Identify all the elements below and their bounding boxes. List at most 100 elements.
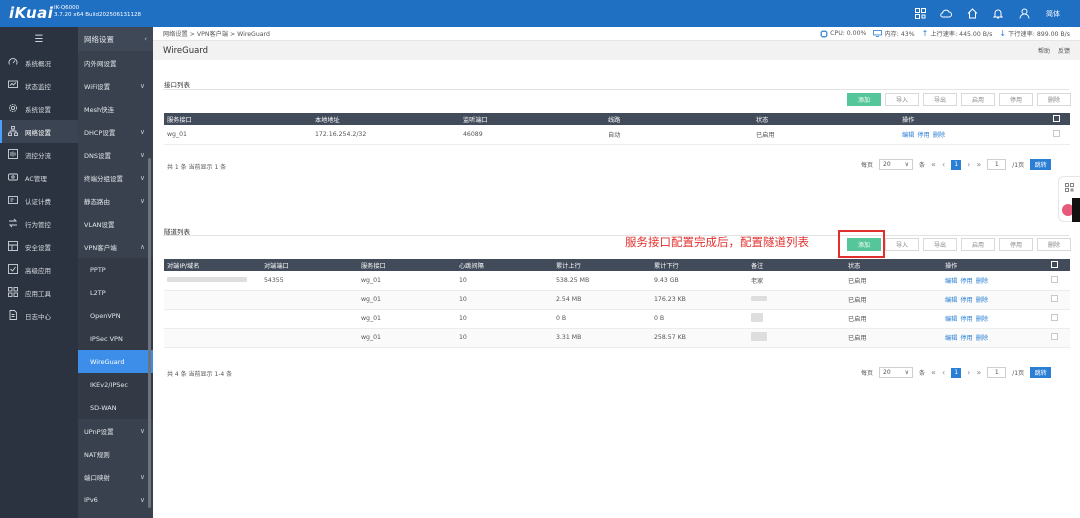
next-page-icon[interactable]: › bbox=[967, 368, 970, 377]
select-all-checkbox[interactable] bbox=[1053, 114, 1060, 122]
feedback-link[interactable]: 反馈 bbox=[1058, 46, 1070, 55]
subnav-item[interactable]: L2TP bbox=[78, 281, 153, 304]
subnav-item[interactable]: 内外网设置 bbox=[78, 51, 153, 74]
subnav-item-label: DNS设置 bbox=[84, 151, 111, 160]
interface-add-button[interactable]: 添加 bbox=[847, 93, 881, 106]
page-input[interactable]: 1 bbox=[987, 159, 1007, 170]
sidebar-scrollbar[interactable] bbox=[148, 158, 151, 508]
edit-link[interactable]: 编辑 bbox=[945, 278, 957, 285]
cell-note: 老家 bbox=[748, 271, 845, 291]
disable-link[interactable]: 停用 bbox=[960, 335, 972, 342]
row-checkbox[interactable] bbox=[1053, 129, 1060, 137]
delete-link[interactable]: 删除 bbox=[976, 316, 988, 323]
row-checkbox[interactable] bbox=[1051, 333, 1058, 340]
subnav-item[interactable]: IKEv2/IPSec bbox=[78, 373, 153, 396]
sidebar-item-behavior[interactable]: 行为管控 bbox=[0, 212, 78, 235]
subnav-item[interactable]: SD-WAN bbox=[78, 396, 153, 419]
subnav-item[interactable]: DHCP设置 ∨ bbox=[78, 120, 153, 143]
delete-link[interactable]: 删除 bbox=[976, 278, 988, 285]
subnav-item[interactable]: VPN客户端 ∧ bbox=[78, 235, 153, 258]
sidebar-item-gear[interactable]: 系统设置 bbox=[0, 97, 78, 120]
page-input[interactable]: 1 bbox=[987, 367, 1007, 378]
subnav-item[interactable]: WiFi设置 ∨ bbox=[78, 74, 153, 97]
subnav-item[interactable]: VLAN设置 bbox=[78, 212, 153, 235]
sidebar-item-gauge[interactable]: 系统概况 bbox=[0, 51, 78, 74]
interface-import-button[interactable]: 导入 bbox=[885, 93, 919, 106]
tunnel-import-button[interactable]: 导入 bbox=[885, 238, 919, 251]
tunnel-enable-button[interactable]: 启用 bbox=[961, 238, 995, 251]
disable-link[interactable]: 停用 bbox=[960, 297, 972, 304]
sidebar-item-log[interactable]: 日志中心 bbox=[0, 304, 78, 327]
last-page-icon[interactable]: » bbox=[976, 368, 981, 377]
column-header: 累计上行 bbox=[553, 259, 651, 271]
prev-page-icon[interactable]: ‹ bbox=[942, 160, 945, 169]
collapse-menu-icon[interactable]: ☰ bbox=[0, 27, 78, 51]
interface-enable-button[interactable]: 启用 bbox=[961, 93, 995, 106]
per-page-select[interactable]: 20 ∨ bbox=[879, 367, 914, 378]
last-page-icon[interactable]: » bbox=[976, 160, 981, 169]
select-all-checkbox[interactable] bbox=[1051, 260, 1058, 268]
subnav-item[interactable]: IPSec VPN bbox=[78, 327, 153, 350]
qrcode-icon[interactable] bbox=[914, 8, 926, 20]
bell-icon[interactable] bbox=[992, 8, 1004, 20]
sidebar-item-advanced[interactable]: 高级应用 bbox=[0, 258, 78, 281]
subnav-item-label: 内外网设置 bbox=[84, 59, 117, 68]
delete-link[interactable]: 删除 bbox=[976, 335, 988, 342]
go-button[interactable]: 跳转 bbox=[1030, 159, 1052, 170]
language-switch[interactable]: 简体 bbox=[1046, 9, 1060, 19]
first-page-icon[interactable]: « bbox=[931, 160, 936, 169]
subnav-item[interactable]: WireGuard bbox=[78, 350, 153, 373]
subnav-item[interactable]: UPnP设置 ∨ bbox=[78, 419, 153, 442]
sidebar-item-monitor[interactable]: 状态监控 bbox=[0, 74, 78, 97]
tunnel-disable-button[interactable]: 停用 bbox=[999, 238, 1033, 251]
chevron-left-icon[interactable]: ‹ bbox=[144, 35, 147, 43]
cloud-icon[interactable] bbox=[940, 8, 952, 20]
qrcode-icon[interactable] bbox=[1065, 183, 1074, 194]
sidebar-item-network[interactable]: 网络设置 bbox=[0, 120, 78, 143]
current-page-button[interactable]: 1 bbox=[951, 159, 962, 170]
edit-link[interactable]: 编辑 bbox=[902, 132, 914, 139]
subnav-item[interactable]: IPv6 ∨ bbox=[78, 488, 153, 511]
delete-link[interactable]: 删除 bbox=[976, 297, 988, 304]
subnav-item[interactable]: PPTP bbox=[78, 258, 153, 281]
prev-page-icon[interactable]: ‹ bbox=[942, 368, 945, 377]
sidebar-item-flow[interactable]: 流控分流 bbox=[0, 143, 78, 166]
next-page-icon[interactable]: › bbox=[967, 160, 970, 169]
row-checkbox[interactable] bbox=[1051, 275, 1058, 283]
sidebar-item-ac[interactable]: AC管理 bbox=[0, 166, 78, 189]
interface-export-button[interactable]: 导出 bbox=[923, 93, 957, 106]
interface-disable-button[interactable]: 停用 bbox=[999, 93, 1033, 106]
subnav-item[interactable]: 终端分组设置 ∨ bbox=[78, 166, 153, 189]
user-icon[interactable] bbox=[1018, 8, 1030, 20]
delete-link[interactable]: 删除 bbox=[933, 132, 945, 139]
per-page-select[interactable]: 20 ∨ bbox=[879, 159, 914, 170]
tunnel-delete-button[interactable]: 删除 bbox=[1037, 238, 1071, 251]
disable-link[interactable]: 停用 bbox=[917, 132, 929, 139]
subnav-item[interactable]: 端口映射 ∨ bbox=[78, 465, 153, 488]
flow-icon bbox=[8, 148, 18, 161]
sidebar-item-auth[interactable]: 认证计费 bbox=[0, 189, 78, 212]
subnav-item[interactable]: OpenVPN bbox=[78, 304, 153, 327]
sidebar-item-security[interactable]: 安全设置 bbox=[0, 235, 78, 258]
subnav-item[interactable]: IGMP代理 bbox=[78, 511, 153, 518]
edit-link[interactable]: 编辑 bbox=[945, 316, 957, 323]
disable-link[interactable]: 停用 bbox=[960, 278, 972, 285]
subnav-item[interactable]: Mesh快连 bbox=[78, 97, 153, 120]
first-page-icon[interactable]: « bbox=[931, 368, 936, 377]
home-icon[interactable] bbox=[966, 8, 978, 20]
row-checkbox[interactable] bbox=[1051, 314, 1058, 321]
subnav-item[interactable]: 静态路由 ∨ bbox=[78, 189, 153, 212]
help-link[interactable]: 帮助 bbox=[1038, 46, 1050, 55]
subnav-item[interactable]: DNS设置 ∨ bbox=[78, 143, 153, 166]
tunnel-export-button[interactable]: 导出 bbox=[923, 238, 957, 251]
edit-link[interactable]: 编辑 bbox=[945, 297, 957, 304]
disable-link[interactable]: 停用 bbox=[960, 316, 972, 323]
subnav-item[interactable]: NAT规则 bbox=[78, 442, 153, 465]
row-checkbox[interactable] bbox=[1051, 295, 1058, 302]
current-page-button[interactable]: 1 bbox=[951, 367, 962, 378]
annotation-text: 服务接口配置完成后，配置隧道列表 bbox=[625, 235, 809, 249]
edit-link[interactable]: 编辑 bbox=[945, 335, 957, 342]
sidebar-item-tools[interactable]: 应用工具 bbox=[0, 281, 78, 304]
go-button[interactable]: 跳转 bbox=[1030, 367, 1052, 378]
interface-delete-button[interactable]: 删除 bbox=[1037, 93, 1071, 106]
